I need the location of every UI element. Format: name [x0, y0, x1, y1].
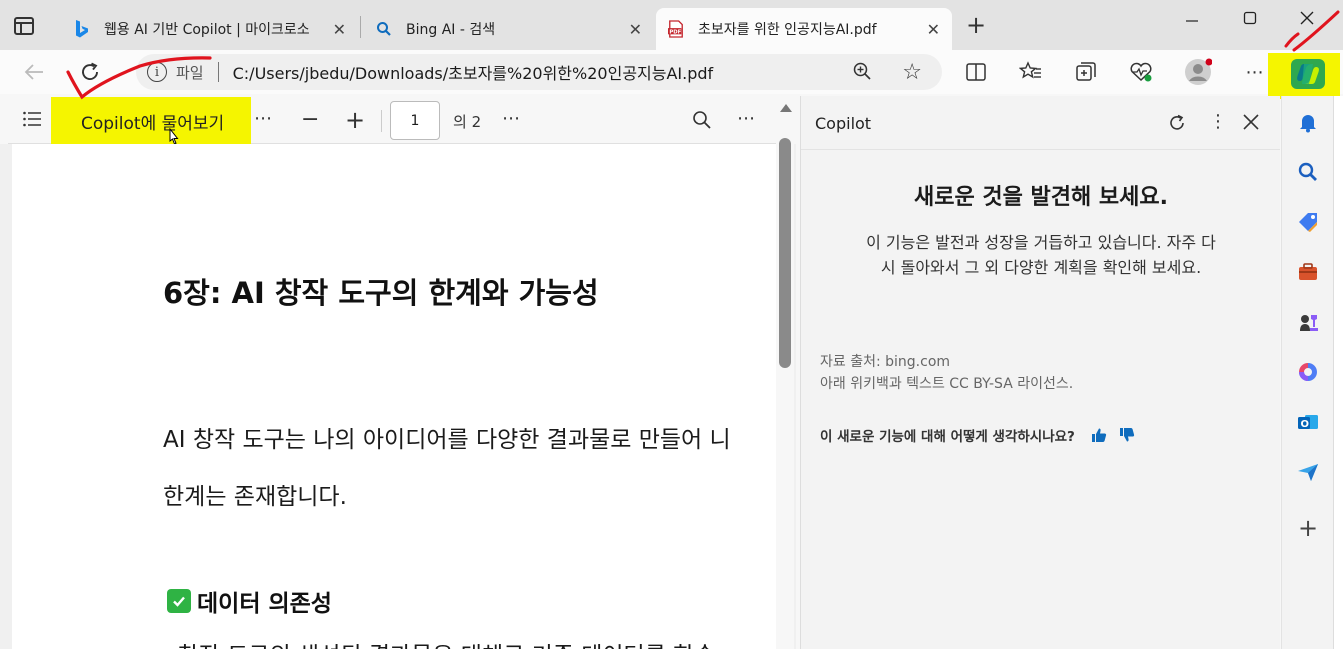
tab-divider — [360, 16, 361, 38]
info-icon[interactable]: i — [147, 62, 167, 82]
zoom-out-button[interactable]: − — [301, 107, 319, 132]
thumbs-up-icon[interactable] — [1091, 427, 1107, 443]
browser-essentials-icon[interactable] — [1127, 58, 1155, 86]
pane-title: Copilot — [815, 114, 872, 133]
url-scheme-label: 파일 — [176, 63, 204, 82]
maximize-button[interactable] — [1230, 6, 1270, 30]
refresh-icon[interactable] — [1167, 113, 1187, 137]
toolbar-more-icon[interactable]: ⋯ — [254, 108, 272, 129]
split-screen-icon[interactable] — [962, 58, 990, 86]
copilot-sidebar-button[interactable] — [1291, 59, 1325, 89]
edge-sidebar: O + — [1281, 96, 1333, 649]
page-number-input[interactable]: 1 — [390, 101, 440, 140]
minimize-button[interactable] — [1172, 6, 1212, 30]
pane-description: 이 기능은 발전과 성장을 거듭하고 있습니다. 자주 다시 돌아와서 그 외 … — [866, 233, 1216, 277]
copilot-pane: Copilot ⋮ 새로운 것을 발견해 보세요. 이 기능은 발전과 성장을 … — [800, 96, 1280, 649]
send-drop-icon[interactable] — [1296, 460, 1320, 484]
favorite-star-icon[interactable]: ☆ — [902, 60, 922, 85]
microsoft-365-icon[interactable] — [1296, 360, 1320, 384]
window-edge — [1333, 96, 1343, 649]
pdf-icon: PDF — [668, 20, 684, 38]
feedback-row: 이 새로운 기능에 대해 어떻게 생각하시나요? — [820, 425, 1135, 445]
notification-bell-icon[interactable] — [1296, 110, 1320, 134]
tools-briefcase-icon[interactable] — [1296, 260, 1320, 284]
tab-copilot-web[interactable]: 웹용 AI 기반 Copilot | 마이크로소 ✕ — [60, 8, 360, 50]
source-info: 자료 출처: bing.com 아래 위키백과 텍스트 CC BY-SA 라이선… — [820, 351, 1073, 395]
subheading-row: 데이터 의존성 — [167, 584, 332, 618]
favorites-icon[interactable] — [1017, 58, 1045, 86]
search-icon[interactable] — [1296, 160, 1320, 184]
new-tab-button[interactable]: + — [966, 13, 986, 37]
add-sidebar-app-icon[interactable]: + — [1296, 514, 1320, 542]
page-heading: 6장: AI 창작 도구의 한계와 가능성 — [163, 276, 599, 310]
close-window-button[interactable] — [1287, 6, 1327, 30]
find-icon[interactable] — [692, 110, 712, 134]
outlook-icon[interactable]: O — [1296, 410, 1320, 434]
bing-icon — [74, 20, 90, 38]
subheading: 데이터 의존성 — [197, 591, 332, 617]
tab-bing-search[interactable]: Bing AI - 검색 ✕ — [362, 8, 652, 50]
refresh-button[interactable] — [76, 58, 104, 86]
address-divider — [217, 62, 219, 82]
toolbar-divider — [381, 110, 382, 132]
paragraph-line: 한계는 존재합니다. — [163, 484, 347, 510]
close-icon[interactable]: ✕ — [927, 20, 940, 39]
scroll-up-arrow-icon[interactable] — [780, 104, 792, 112]
zoom-icon[interactable] — [852, 61, 872, 85]
tab-strip: 웹용 AI 기반 Copilot | 마이크로소 ✕ Bing AI - 검색 … — [0, 0, 1343, 50]
pdf-page: 6장: AI 창작 도구의 한계와 가능성 AI 창작 도구는 나의 아이디어를… — [12, 144, 776, 649]
pane-more-icon[interactable]: ⋮ — [1209, 111, 1227, 132]
svg-text:PDF: PDF — [669, 29, 681, 35]
search-icon — [376, 21, 392, 37]
feedback-question: 이 새로운 기능에 대해 어떻게 생각하시나요? — [820, 429, 1075, 445]
collections-icon[interactable] — [1072, 58, 1100, 86]
close-icon[interactable]: ✕ — [333, 20, 346, 39]
thumbs-down-icon[interactable] — [1119, 427, 1135, 443]
tab-pdf-active[interactable]: PDF 초보자를 위한 인공지능AI.pdf ✕ — [656, 8, 952, 50]
more-menu-icon[interactable]: ⋯ — [1241, 58, 1269, 86]
games-chess-icon[interactable] — [1296, 310, 1320, 334]
shopping-tag-icon[interactable] — [1296, 210, 1320, 234]
close-icon[interactable]: ✕ — [629, 20, 642, 39]
tab-actions-icon[interactable] — [14, 17, 34, 35]
pdf-viewer[interactable]: 6장: AI 창작 도구의 한계와 가능성 AI 창작 도구는 나의 아이디어를… — [0, 144, 796, 649]
profile-avatar[interactable] — [1184, 58, 1212, 86]
url-text[interactable]: C:/Users/jbedu/Downloads/초보자를%20위한%20인공지… — [233, 60, 714, 84]
zoom-in-button[interactable]: + — [345, 106, 365, 134]
svg-text:O: O — [1301, 419, 1310, 430]
source-line: 자료 출처: bing.com — [820, 354, 951, 370]
tab-title: 웹용 AI 기반 Copilot | 마이크로소 — [104, 22, 310, 38]
tab-title: Bing AI - 검색 — [406, 22, 496, 38]
navigation-bar: i 파일 C:/Users/jbedu/Downloads/초보자를%20위한%… — [0, 50, 1343, 94]
tab-title: 초보자를 위한 인공지능AI.pdf — [698, 22, 877, 38]
page-more-icon[interactable]: ⋯ — [502, 108, 520, 129]
paragraph-line: · 창작 도구의 생성된 결과물은 대체로 기존 데이터를 학습 — [163, 636, 715, 649]
page-total-label: 의 2 — [453, 113, 482, 131]
ask-copilot-button[interactable]: Copilot에 물어보기 — [81, 109, 224, 134]
copilot-pane-header: Copilot ⋮ — [801, 96, 1280, 150]
address-bar[interactable]: i 파일 C:/Users/jbedu/Downloads/초보자를%20위한%… — [136, 54, 942, 90]
table-of-contents-icon[interactable] — [22, 110, 42, 132]
checkmark-icon — [167, 589, 191, 613]
back-button[interactable] — [20, 58, 48, 86]
license-line: 아래 위키백과 텍스트 CC BY-SA 라이선스. — [820, 376, 1074, 392]
scrollbar-thumb[interactable] — [779, 138, 791, 368]
pane-heading: 새로운 것을 발견해 보세요. — [914, 185, 1168, 210]
paragraph-line: AI 창작 도구는 나의 아이디어를 다양한 결과물로 만들어 니 — [163, 427, 731, 453]
close-pane-icon[interactable] — [1242, 113, 1260, 135]
pdf-settings-more-icon[interactable]: ⋯ — [737, 108, 755, 129]
